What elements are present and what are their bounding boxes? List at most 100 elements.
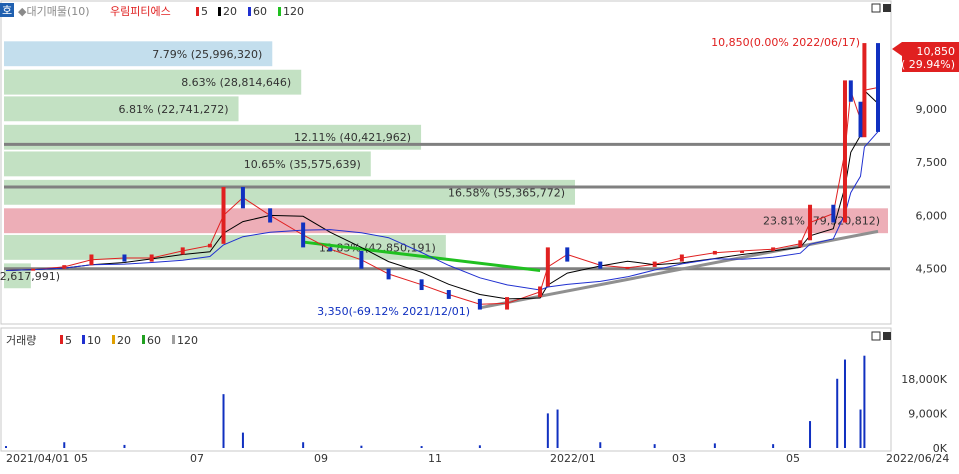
candle (842, 80, 847, 223)
ma-legend-swatch (218, 7, 221, 16)
volume-profile-legend: ◆대기매물(10) (18, 5, 90, 18)
volume-profile-label: 23.81% (79,520,812) (763, 215, 880, 228)
volume-title: 거래량 (6, 334, 36, 347)
close-pane-icon[interactable] (883, 4, 891, 12)
volume-bar (420, 446, 423, 448)
volume-ma-legend-label: 10 (87, 334, 101, 347)
ma-legend-swatch (248, 7, 251, 16)
volume-bar (5, 446, 7, 448)
candle (240, 186, 245, 209)
candle (62, 265, 67, 269)
volume-bar (859, 409, 862, 448)
candle (538, 286, 543, 298)
volume-profile-label: 0.78% (2,617,991) (0, 270, 60, 283)
candle (268, 208, 273, 223)
candle (505, 297, 510, 310)
x-axis-label: 09 (314, 452, 328, 465)
candle (625, 266, 630, 269)
volume-bar (809, 421, 812, 448)
volume-profile-bar (4, 208, 888, 234)
price-tick-label: 9,000 (916, 103, 948, 116)
candle (180, 247, 185, 255)
candle (545, 247, 550, 287)
x-axis-label: 2021/04/01 (6, 452, 69, 465)
volume-bar (241, 432, 244, 448)
volume-bar (653, 444, 656, 448)
candle (386, 268, 391, 280)
volume-ma-legend-label: 60 (147, 334, 161, 347)
x-axis-label: 03 (672, 452, 686, 465)
x-axis-label: 11 (428, 452, 442, 465)
price-tick-label: 7,500 (916, 156, 948, 169)
volume-ma-legend-label: 120 (177, 334, 198, 347)
volume-bar (863, 355, 866, 448)
stock-name-legend: 우림피티에스 (110, 5, 171, 18)
volume-profile-label: 12.11% (40,421,962) (294, 131, 411, 144)
volume-bar (713, 443, 716, 448)
ma-legend-label: 20 (223, 5, 237, 18)
ma-legend-swatch (278, 7, 281, 16)
volume-bar (556, 409, 559, 448)
volume-ma-legend-swatch (142, 335, 145, 344)
candle (446, 290, 451, 299)
volume-bar (599, 442, 602, 448)
volume-ma-legend-label: 20 (117, 334, 131, 347)
stock-chart-svg: 7.79% (25,996,320) 8.63% (28,814,646) 6.81… (0, 0, 959, 470)
volume-profile-label: 8.63% (28,814,646) (181, 76, 291, 89)
ma-legend-label: 120 (283, 5, 304, 18)
x-axis-label: 07 (190, 452, 204, 465)
volume-bar (478, 445, 481, 448)
low-price-annotation: 3,350(-69.12% 2021/12/01) (317, 305, 470, 318)
volume-bar (360, 445, 363, 448)
candle (419, 279, 424, 291)
volume-ma-legend-label: 5 (65, 334, 72, 347)
ma-legend-label: 5 (201, 5, 208, 18)
volume-bar (302, 442, 305, 448)
volume-bar (836, 378, 839, 448)
volume-bar (63, 442, 66, 448)
volume-profile-label: 10.65% (35,575,639) (244, 158, 361, 171)
volume-tick-label: 9,000K (908, 407, 947, 420)
x-axis-label: 05 (786, 452, 800, 465)
candle (149, 254, 154, 262)
volume-ma-legend-swatch (82, 335, 85, 344)
high-price-annotation: 10,850(0.00% 2022/06/17) (711, 36, 860, 49)
x-axis-label: 2022/01 (550, 452, 596, 465)
x-axis-label: 2022/06/24 (886, 452, 949, 465)
candle (831, 204, 836, 223)
candle (876, 43, 880, 132)
candle (598, 261, 603, 269)
volume-ma-legend-swatch (112, 335, 115, 344)
volume-bar (123, 444, 126, 448)
candle (89, 254, 94, 266)
x-axis-label: 05 (74, 452, 88, 465)
volume-bar (222, 394, 225, 448)
candle (862, 43, 867, 138)
volume-ma-legend-swatch (172, 335, 175, 344)
volume-close-icon[interactable] (883, 332, 891, 340)
candle (328, 247, 333, 251)
candle (858, 101, 863, 138)
current-price-change: ( 29.94%) (901, 58, 955, 71)
candle (221, 186, 226, 244)
candle (808, 204, 813, 241)
current-price-value: 10,850 (917, 45, 956, 58)
price-tick-label: 4,500 (916, 263, 948, 276)
candle (740, 250, 745, 253)
candle (652, 261, 657, 267)
ma-legend-swatch (196, 7, 199, 16)
volume-profile-label: 7.79% (25,996,320) (152, 48, 262, 61)
price-tick-label: 6,000 (916, 209, 948, 222)
candle (207, 243, 212, 248)
volume-profile-label: 6.81% (22,741,272) (119, 103, 229, 116)
volume-bar (772, 444, 775, 448)
candle (359, 250, 364, 269)
candle (848, 80, 853, 102)
candle (565, 247, 570, 262)
chart-menu-label: 호 (2, 4, 12, 17)
ma-legend-label: 60 (253, 5, 267, 18)
candle (771, 247, 776, 251)
candle (31, 268, 36, 271)
stock-chart-window: 7.79% (25,996,320) 8.63% (28,814,646) 6.81… (0, 0, 959, 470)
volume-tick-label: 18,000K (901, 373, 947, 386)
